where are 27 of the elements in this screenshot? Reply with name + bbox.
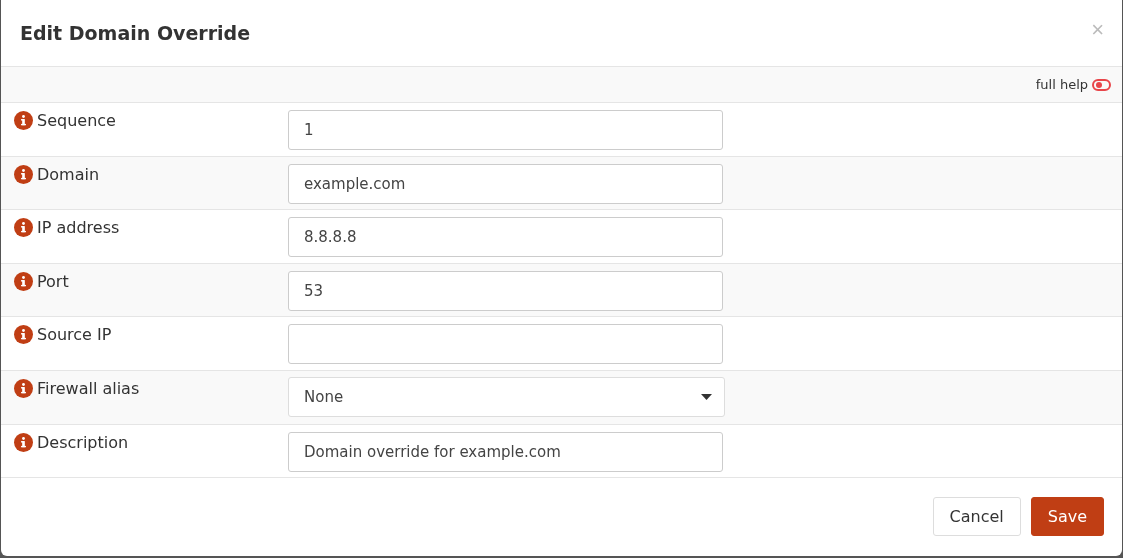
help-toggle[interactable] (1092, 78, 1111, 91)
input-field[interactable]: example.com (288, 163, 723, 204)
dialog-title: Edit Domain Override (20, 22, 251, 44)
info-icon[interactable] (14, 111, 33, 130)
input-field[interactable]: 1 (288, 110, 723, 150)
field-label: Firewall alias (37, 378, 140, 398)
field-label: Sequence (37, 111, 116, 130)
info-icon[interactable] (14, 271, 33, 291)
info-icon[interactable] (14, 218, 33, 238)
info-icon[interactable] (14, 432, 33, 452)
field-label: Port (37, 271, 69, 291)
field-label: IP address (37, 218, 120, 238)
field-label: Domain (37, 164, 100, 184)
field-label: Source IP (37, 325, 112, 345)
cancel-button[interactable]: Cancel (932, 497, 1021, 537)
input-field[interactable]: 8.8.8.8 (288, 217, 723, 258)
help-label: full help (1035, 77, 1088, 92)
field-label: Description (37, 432, 129, 452)
caret-icon (701, 393, 712, 400)
input-field[interactable]: Domain override for example.com (288, 431, 723, 472)
info-icon[interactable] (14, 378, 33, 398)
input-field[interactable]: 53 (288, 270, 723, 311)
input-field[interactable] (288, 324, 723, 365)
info-icon[interactable] (14, 164, 33, 184)
select-field[interactable]: None (288, 376, 725, 417)
info-icon[interactable] (14, 325, 33, 345)
save-button[interactable]: Save (1030, 497, 1104, 537)
